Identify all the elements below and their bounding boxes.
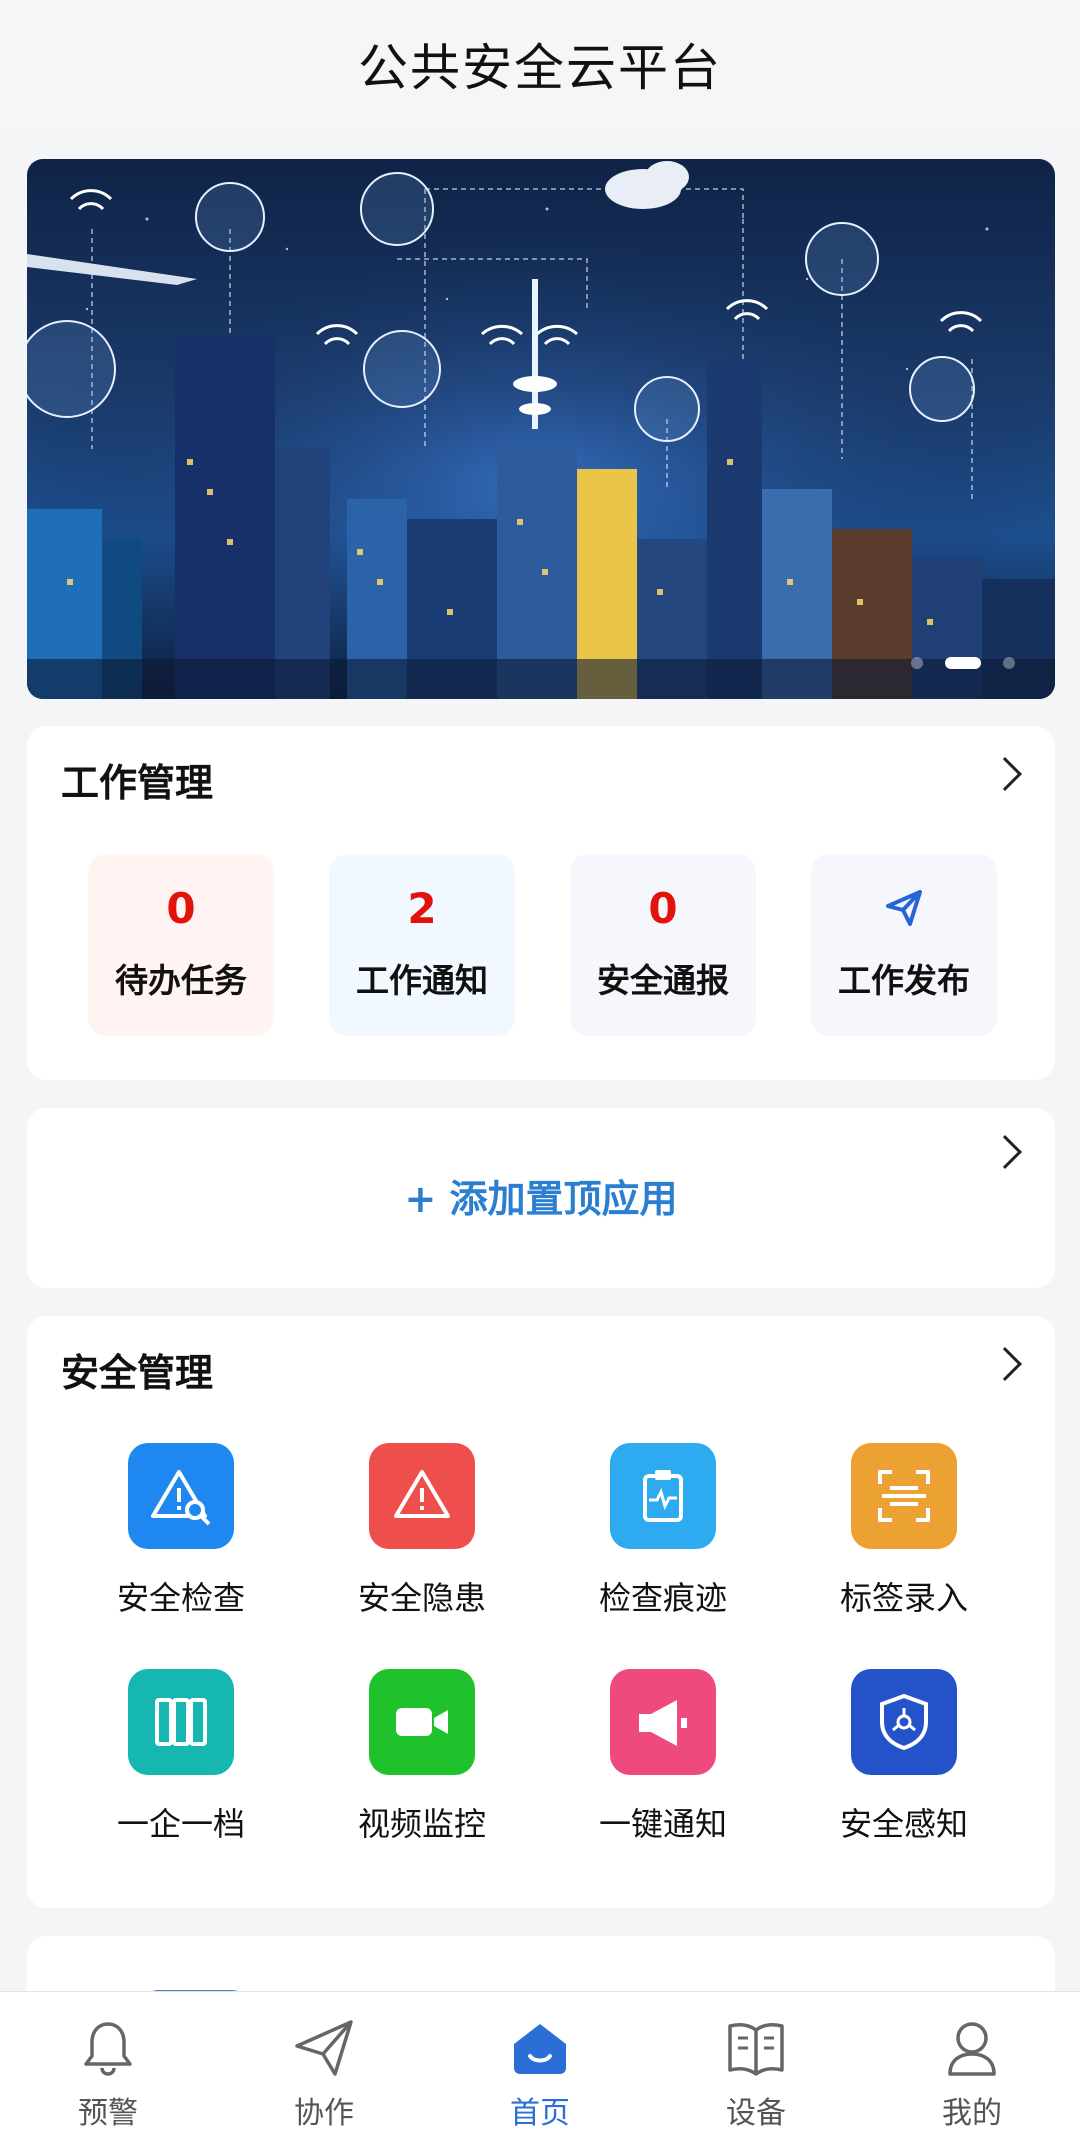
warning-search-icon: [128, 1443, 234, 1549]
app-header: 公共安全云平台: [0, 0, 1080, 128]
app-inspection-traces[interactable]: 检查痕迹: [573, 1443, 753, 1619]
shield-network-icon: [851, 1669, 957, 1775]
tile-work-notices[interactable]: 2 工作通知: [329, 854, 515, 1036]
work-notices-label: 工作通知: [356, 961, 488, 1000]
nav-item-mine[interactable]: 我的: [864, 1992, 1080, 2143]
pending-tasks-count: 0: [166, 884, 196, 933]
safety-perception-label: 安全感知: [839, 1805, 968, 1843]
nav-label-collaboration: 协作: [294, 2096, 354, 2131]
app-tag-entry[interactable]: 标签录入: [814, 1443, 994, 1619]
tile-work-publish[interactable]: 工作发布: [811, 854, 997, 1036]
pending-tasks-label: 待办任务: [115, 961, 247, 1000]
carousel-dot-active[interactable]: [945, 657, 981, 669]
nav-item-home[interactable]: 首页: [432, 1992, 648, 2143]
app-safety-hazards[interactable]: 安全隐患: [332, 1443, 512, 1619]
safety-bulletin-label: 安全通报: [597, 961, 729, 1000]
one-click-notify-label: 一键通知: [598, 1805, 727, 1843]
work-management-more-icon[interactable]: [988, 757, 1022, 791]
send-icon: [884, 888, 924, 932]
add-pinned-app-button[interactable]: + 添加置顶应用: [27, 1168, 1055, 1223]
pinned-apps-card: + 添加置顶应用: [27, 1108, 1055, 1288]
nav-label-home: 首页: [510, 2096, 570, 2131]
megaphone-icon: [610, 1669, 716, 1775]
app-one-click-notify[interactable]: 一键通知: [573, 1669, 753, 1845]
work-management-title: 工作管理: [61, 761, 214, 805]
scan-icon: [851, 1443, 957, 1549]
work-management-card: 工作管理 0 待办任务 2 工作通知 0 安全通报 工作发布: [27, 726, 1055, 1080]
home-icon: [510, 2016, 570, 2080]
work-publish-label: 工作发布: [838, 961, 970, 1000]
nav-item-collaboration[interactable]: 协作: [216, 1992, 432, 2143]
inspection-traces-label: 检查痕迹: [598, 1579, 727, 1617]
page-title: 公共安全云平台: [358, 39, 722, 97]
app-safety-inspection[interactable]: 安全检查: [91, 1443, 271, 1619]
user-icon: [944, 2016, 1000, 2080]
binders-icon: [128, 1669, 234, 1775]
warning-icon: [369, 1443, 475, 1549]
tag-entry-label: 标签录入: [839, 1579, 968, 1617]
work-notices-count: 2: [407, 884, 437, 933]
safety-management-card: 安全管理 安全检查 安全隐患 检查痕迹 标签录入 一企一档 视频监控 一键通知 …: [27, 1316, 1055, 1908]
app-safety-perception[interactable]: 安全感知: [814, 1669, 994, 1845]
paper-plane-icon: [293, 2016, 355, 2080]
safety-management-more-icon[interactable]: [988, 1347, 1022, 1381]
tile-safety-bulletin[interactable]: 0 安全通报: [570, 854, 756, 1036]
app-video-monitoring[interactable]: 视频监控: [332, 1669, 512, 1845]
carousel-dot[interactable]: [911, 657, 923, 669]
carousel-dot[interactable]: [1003, 657, 1015, 669]
safety-hazards-label: 安全隐患: [357, 1579, 486, 1617]
smart-city-illustration: DRAW_MISSING_HOOK: [27, 159, 1055, 699]
safety-bulletin-count: 0: [648, 884, 678, 933]
safety-management-title: 安全管理: [61, 1351, 214, 1395]
nav-label-devices: 设备: [726, 2096, 786, 2131]
book-icon: [726, 2016, 786, 2080]
carousel-indicator[interactable]: [911, 657, 1015, 669]
pinned-apps-more-icon[interactable]: [988, 1135, 1022, 1169]
tile-pending-tasks[interactable]: 0 待办任务: [88, 854, 274, 1036]
bottom-navigation: 预警 协作 首页 设备 我的: [0, 1991, 1080, 2143]
enterprise-archive-label: 一企一档: [116, 1805, 245, 1843]
video-monitoring-label: 视频监控: [357, 1805, 486, 1843]
nav-label-mine: 我的: [942, 2096, 1002, 2131]
nav-item-devices[interactable]: 设备: [648, 1992, 864, 2143]
video-camera-icon: [369, 1669, 475, 1775]
banner-carousel[interactable]: DRAW_MISSING_HOOK: [27, 159, 1055, 699]
safety-inspection-label: 安全检查: [116, 1579, 245, 1617]
nav-item-warning[interactable]: 预警: [0, 1992, 216, 2143]
clipboard-pulse-icon: [610, 1443, 716, 1549]
nav-label-warning: 预警: [78, 2096, 138, 2131]
bell-icon: [80, 2016, 136, 2080]
app-enterprise-archive[interactable]: 一企一档: [91, 1669, 271, 1845]
